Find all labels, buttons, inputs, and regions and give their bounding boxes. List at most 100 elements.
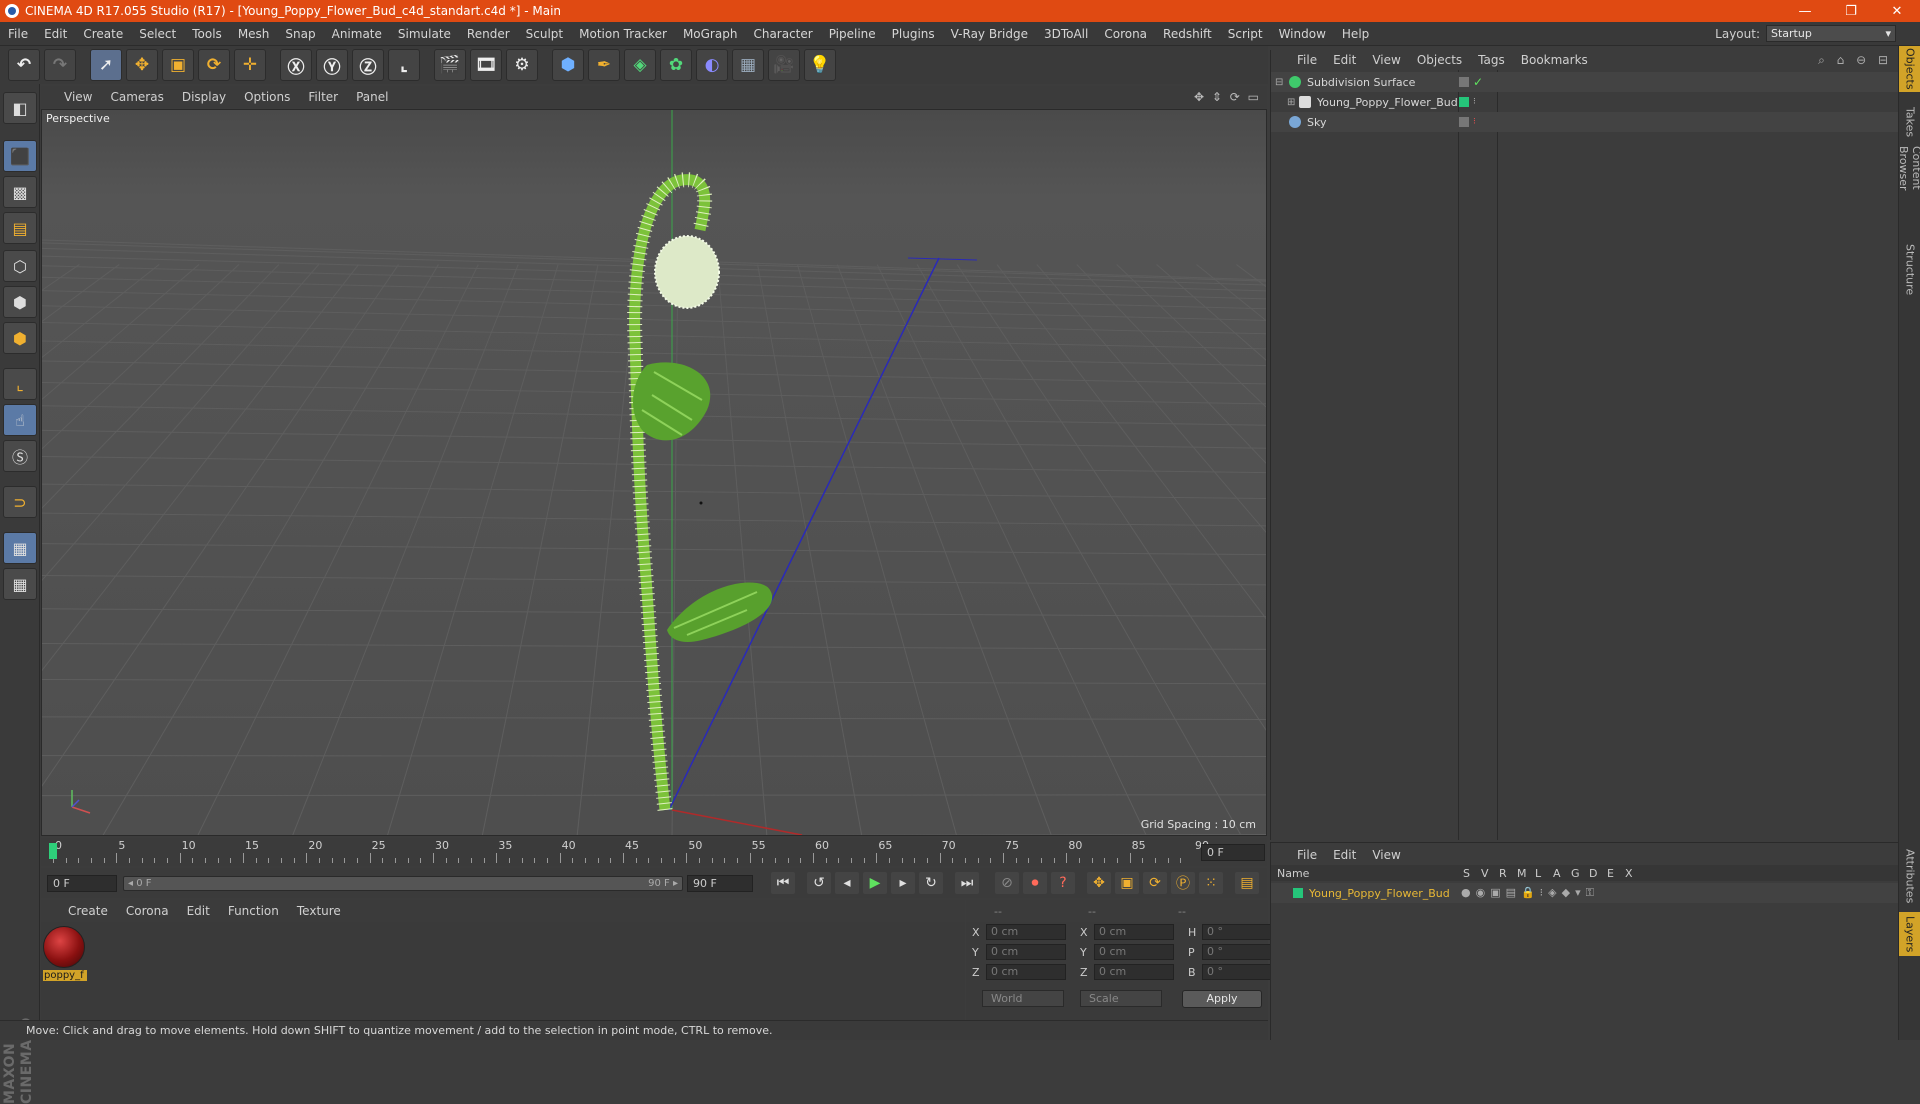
start-frame-field[interactable]: 0 F [47, 874, 117, 892]
next-key-button[interactable]: ↻ [919, 872, 943, 894]
menu-mesh[interactable]: Mesh [230, 27, 278, 41]
size-mode-select[interactable]: Scale [1080, 990, 1162, 1007]
edges-mode-button[interactable]: ⬢ [3, 286, 37, 318]
tweak-mode-button[interactable]: ☝ [3, 404, 37, 436]
next-frame-button[interactable]: ▸ [891, 872, 915, 894]
edit-render-settings-button[interactable]: ⚙ [506, 49, 538, 81]
menu-edit[interactable]: Edit [36, 27, 75, 41]
render-picture-viewer-button[interactable]: 🎞 [470, 49, 502, 81]
material-menu-corona[interactable]: Corona [117, 904, 178, 918]
frame-range-slider[interactable]: ◂ 0 F 90 F ▸ [123, 875, 683, 891]
objects-menu-tags[interactable]: Tags [1470, 53, 1513, 67]
objects-menu-edit[interactable]: Edit [1325, 53, 1364, 67]
texture-mode-button[interactable]: ▩ [3, 176, 37, 208]
apply-button[interactable]: Apply [1182, 990, 1262, 1008]
timeline-button[interactable]: ▤ [1235, 872, 1259, 894]
tab-content-browser[interactable]: Content Browser [1897, 146, 1920, 236]
layout-select[interactable]: Startup [1766, 25, 1896, 42]
menu-3dtoall[interactable]: 3DToAll [1036, 27, 1096, 41]
layer-toggle-icons[interactable]: ●◉▣▤🔒⁝◈◆▾⚿ [1461, 886, 1599, 900]
viewport-menu-display[interactable]: Display [173, 90, 235, 104]
coord-size-x-field[interactable]: 0 cm [1094, 924, 1174, 940]
coord-pos-x-field[interactable]: 0 cm [986, 924, 1066, 940]
camera-button[interactable]: 🎥 [768, 49, 800, 81]
coord-size-y-field[interactable]: 0 cm [1094, 944, 1174, 960]
go-to-start-button[interactable]: ⏮ [771, 872, 795, 894]
viewport-menu-view[interactable]: View [55, 90, 101, 104]
menu-redshift[interactable]: Redshift [1155, 27, 1220, 41]
viewport-menu-filter[interactable]: Filter [299, 90, 347, 104]
menu-help[interactable]: Help [1334, 27, 1377, 41]
menu-mograph[interactable]: MoGraph [675, 27, 746, 41]
y-axis-button[interactable]: Ⓨ [316, 49, 348, 81]
record-active-button[interactable]: ⏺ [1023, 872, 1047, 894]
layer-row[interactable]: Young_Poppy_Flower_Bud ●◉▣▤🔒⁝◈◆▾⚿ [1271, 883, 1899, 903]
expand-icon[interactable]: ⊞ [1287, 97, 1295, 108]
material-menu-texture[interactable]: Texture [288, 904, 350, 918]
menu-snap[interactable]: Snap [277, 27, 323, 41]
cube-button[interactable]: ⬢ [552, 49, 584, 81]
make-editable-button[interactable]: ◧ [3, 92, 37, 124]
coord-pos-y-field[interactable]: 0 cm [986, 944, 1066, 960]
material-menu-function[interactable]: Function [219, 904, 288, 918]
go-to-end-button[interactable]: ⏭ [955, 872, 979, 894]
viewport-menu-cameras[interactable]: Cameras [101, 90, 172, 104]
render-view-button[interactable]: 🎬 [434, 49, 466, 81]
visibility-dots-icon[interactable]: ⁝ [1473, 97, 1476, 107]
visibility-dots-icon[interactable]: ⁝ [1473, 117, 1476, 127]
key-position-button[interactable]: ✥ [1087, 872, 1111, 894]
redo-button[interactable]: ↷ [44, 49, 76, 81]
motion-record-button[interactable]: ⊘ [995, 872, 1019, 894]
current-frame-field[interactable]: 0 F [1201, 844, 1265, 861]
menu-motion-tracker[interactable]: Motion Tracker [571, 27, 675, 41]
object-manager-search-icons[interactable]: ⌕ ⌂ ⊖ ⊟ [1818, 53, 1892, 68]
model-mode-button[interactable]: ⬛ [3, 140, 37, 172]
tab-structure[interactable]: Structure [1899, 242, 1920, 298]
scale-button[interactable]: ▣ [162, 49, 194, 81]
menu-create[interactable]: Create [75, 27, 131, 41]
menu-animate[interactable]: Animate [324, 27, 390, 41]
viewport-navigation-icons[interactable]: ✥ ⇕ ⟳ ▭ [1194, 90, 1261, 104]
layers-menu-view[interactable]: View [1364, 848, 1408, 862]
collapse-icon[interactable]: ⊟ [1275, 77, 1283, 88]
rotate-button[interactable]: ⟳ [198, 49, 230, 81]
move-axis-button[interactable]: ✛ [234, 49, 266, 81]
tab-attributes[interactable]: Attributes [1899, 846, 1920, 906]
object-row-subdivision-surface[interactable]: ⊟ Subdivision Surface ✓ [1271, 72, 1899, 92]
lock-workplane-button[interactable]: ▦ [3, 532, 37, 564]
live-select-button[interactable]: ➚ [90, 49, 122, 81]
object-row-sky[interactable]: Sky ⁝ [1271, 112, 1899, 132]
tab-objects[interactable]: Objects [1899, 46, 1920, 92]
key-parameter-button[interactable]: Ⓟ [1171, 872, 1195, 894]
menu-render[interactable]: Render [459, 27, 518, 41]
tab-takes[interactable]: Takes [1899, 102, 1920, 142]
undo-button[interactable]: ↶ [8, 49, 40, 81]
coordinate-space-select[interactable]: World [982, 990, 1064, 1007]
coord-size-z-field[interactable]: 0 cm [1094, 964, 1174, 980]
move-button[interactable]: ✥ [126, 49, 158, 81]
menu-window[interactable]: Window [1271, 27, 1334, 41]
enabled-check-icon[interactable]: ✓ [1473, 75, 1483, 89]
previous-frame-button[interactable]: ◂ [835, 872, 859, 894]
deformer-button[interactable]: ◐ [696, 49, 728, 81]
menu-vray-bridge[interactable]: V-Ray Bridge [943, 27, 1036, 41]
menu-file[interactable]: File [0, 27, 36, 41]
magnet-button[interactable]: ⊃ [3, 486, 37, 518]
floor-button[interactable]: ▦ [732, 49, 764, 81]
key-pla-button[interactable]: ⁙ [1199, 872, 1223, 894]
key-scale-button[interactable]: ▣ [1115, 872, 1139, 894]
coord-rot-p-field[interactable]: 0 ° [1202, 944, 1274, 960]
material-menu-edit[interactable]: Edit [178, 904, 219, 918]
playhead[interactable] [49, 843, 57, 859]
coord-rot-b-field[interactable]: 0 ° [1202, 964, 1274, 980]
menu-simulate[interactable]: Simulate [390, 27, 459, 41]
coord-pos-z-field[interactable]: 0 cm [986, 964, 1066, 980]
material-swatch[interactable]: poppy_f [43, 926, 87, 986]
menu-tools[interactable]: Tools [184, 27, 230, 41]
light-button[interactable]: 💡 [804, 49, 836, 81]
subdivision-button[interactable]: ◈ [624, 49, 656, 81]
pen-button[interactable]: ✒ [588, 49, 620, 81]
menu-plugins[interactable]: Plugins [884, 27, 943, 41]
menu-pipeline[interactable]: Pipeline [821, 27, 884, 41]
perspective-viewport[interactable]: Perspective Grid Spacing : 10 cm [41, 109, 1267, 836]
